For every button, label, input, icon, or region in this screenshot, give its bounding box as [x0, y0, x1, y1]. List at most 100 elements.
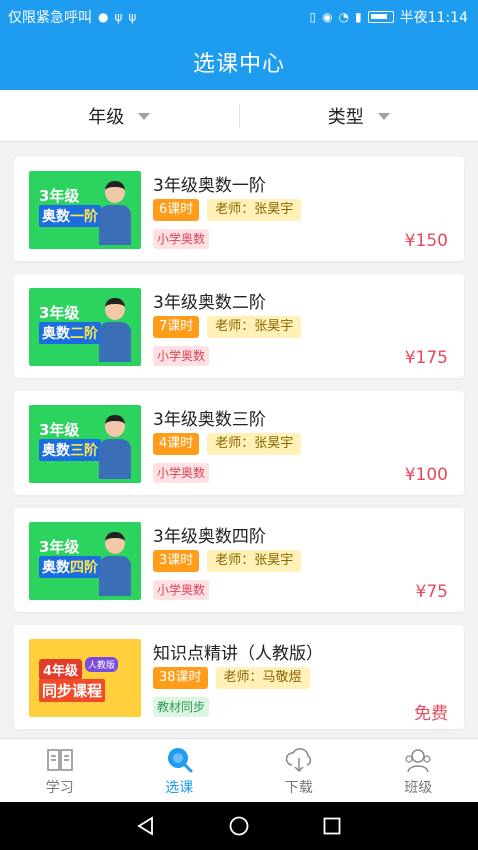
thumb-subject-b: 二阶	[70, 326, 98, 342]
category-badge: 小学奥数	[153, 346, 210, 366]
status-bar: 仅限紧急呼叫 ● ψ ψ ▯ ◉ ◔ ▮ 半夜11:14	[0, 0, 478, 34]
teacher-figure	[99, 532, 131, 596]
eye-icon: ◉	[322, 10, 333, 24]
caret-down-icon	[138, 113, 151, 120]
course-price: ¥150	[404, 231, 448, 251]
thumb-subject-a: 奥数	[42, 326, 70, 342]
filter-grade[interactable]: 年级	[0, 90, 239, 141]
course-price: ¥100	[404, 465, 448, 485]
caret-down-icon	[377, 113, 390, 120]
recents-icon[interactable]	[321, 815, 343, 837]
course-card[interactable]: 3年级 奥数四阶 3年级奥数四阶 3课时 老师：张昊宇 小学奥数 ¥75	[14, 508, 464, 612]
usb-icon: ψ	[114, 10, 123, 24]
battery-icon	[367, 11, 394, 23]
course-thumbnail: 4年级 人教版 同步课程	[29, 639, 141, 717]
thumb-subject-a: 同步课程	[42, 682, 103, 700]
course-list[interactable]: 3年级 奥数一阶 3年级奥数一阶 6课时 老师：张昊宇 小学奥数 ¥150 3年…	[0, 142, 478, 738]
thumb-subject-b: 四阶	[70, 560, 98, 576]
app-bar: 选课中心	[0, 34, 478, 90]
thumb-subject-b: 一阶	[70, 209, 98, 225]
tab-class-label: 班级	[404, 779, 433, 796]
search-icon	[168, 747, 193, 772]
thumb-subject: 同步课程	[39, 679, 106, 702]
signal-icon: ▮	[355, 10, 362, 24]
back-icon[interactable]	[135, 815, 157, 837]
hours-badge: 38课时	[153, 667, 208, 689]
thumb-grade: 3年级	[39, 304, 80, 322]
app-notification-icon: ●	[98, 10, 109, 24]
filter-grade-label: 年级	[88, 106, 125, 128]
thumb-grade: 3年级	[39, 421, 80, 439]
hours-badge: 7课时	[153, 316, 200, 338]
teacher-figure	[99, 298, 131, 362]
category-badge: 教材同步	[153, 697, 210, 717]
people-icon	[405, 748, 431, 772]
clock-text: 半夜11:14	[399, 10, 468, 26]
teacher-figure	[99, 181, 131, 245]
course-tags: 3课时 老师：张昊宇	[153, 550, 302, 572]
course-card[interactable]: 4年级 人教版 同步课程 知识点精讲（人教版） 38课时 老师：马敬煜 教材同步…	[14, 625, 464, 729]
course-card[interactable]: 3年级 奥数三阶 3年级奥数三阶 4课时 老师：张昊宇 小学奥数 ¥100	[14, 391, 464, 495]
hours-badge: 6课时	[153, 199, 200, 221]
thumb-subject-a: 奥数	[42, 443, 70, 459]
thumb-subject-a: 奥数	[42, 209, 70, 225]
category-badge: 小学奥数	[153, 580, 210, 600]
tab-download-label: 下载	[284, 779, 313, 796]
hours-badge: 3课时	[153, 550, 200, 572]
course-price: ¥175	[404, 348, 448, 368]
cloud-download-icon	[285, 747, 311, 772]
teacher-badge: 老师：张昊宇	[207, 316, 302, 338]
course-title: 3年级奥数二阶	[153, 293, 266, 313]
carrier-text: 仅限紧急呼叫	[8, 10, 92, 26]
thumb-subject: 奥数三阶	[39, 439, 101, 461]
filter-type-label: 类型	[327, 106, 364, 128]
course-title: 3年级奥数四阶	[153, 527, 266, 547]
usb-icon-2: ψ	[128, 10, 137, 24]
tab-courses[interactable]: 选课	[120, 739, 240, 802]
course-tags: 4课时 老师：张昊宇	[153, 433, 302, 455]
thumb-subject: 奥数四阶	[39, 556, 101, 578]
course-card[interactable]: 3年级 奥数二阶 3年级奥数二阶 7课时 老师：张昊宇 小学奥数 ¥175	[14, 274, 464, 378]
course-price: 免费	[414, 704, 448, 724]
system-nav-bar	[0, 802, 478, 850]
filter-bar: 年级 类型	[0, 90, 478, 142]
course-tags: 7课时 老师：张昊宇	[153, 316, 302, 338]
tab-courses-label: 选课	[165, 779, 194, 796]
course-title: 3年级奥数一阶	[153, 176, 266, 196]
course-price: ¥75	[415, 582, 448, 602]
teacher-badge: 老师：张昊宇	[207, 199, 302, 221]
course-thumbnail: 3年级 奥数四阶	[29, 522, 141, 600]
vibrate-icon: ▯	[309, 10, 317, 24]
thumb-subject-a: 奥数	[42, 560, 70, 576]
course-title: 知识点精讲（人教版）	[153, 644, 323, 664]
filter-type[interactable]: 类型	[240, 90, 478, 141]
thumb-subject-b: 三阶	[70, 443, 98, 459]
tab-study[interactable]: 学习	[0, 739, 120, 802]
course-thumbnail: 3年级 奥数二阶	[29, 288, 141, 366]
thumb-grade: 3年级	[39, 538, 80, 556]
course-thumbnail: 3年级 奥数一阶	[29, 171, 141, 249]
bottom-tab-bar: 学习 选课 下载 班级	[0, 738, 478, 802]
thumb-subject: 奥数二阶	[39, 322, 101, 344]
hours-badge: 4课时	[153, 433, 200, 455]
thumb-grade: 4年级	[39, 659, 83, 680]
course-card[interactable]: 3年级 奥数一阶 3年级奥数一阶 6课时 老师：张昊宇 小学奥数 ¥150	[14, 157, 464, 261]
category-badge: 小学奥数	[153, 463, 210, 483]
teacher-badge: 老师：张昊宇	[207, 550, 302, 572]
course-tags: 38课时 老师：马敬煜	[153, 667, 310, 689]
page-title: 选课中心	[192, 52, 285, 77]
thumb-subject: 奥数一阶	[39, 205, 101, 227]
course-tags: 6课时 老师：张昊宇	[153, 199, 302, 221]
tab-class[interactable]: 班级	[359, 739, 478, 802]
tab-study-label: 学习	[45, 779, 74, 796]
wifi-icon: ◔	[338, 10, 350, 24]
category-badge: 小学奥数	[153, 229, 210, 249]
thumb-badge: 人教版	[85, 657, 119, 672]
course-thumbnail: 3年级 奥数三阶	[29, 405, 141, 483]
teacher-badge: 老师：马敬煜	[215, 667, 310, 689]
home-icon[interactable]	[228, 815, 250, 837]
course-title: 3年级奥数三阶	[153, 410, 266, 430]
book-icon	[47, 748, 73, 771]
teacher-figure	[99, 415, 131, 479]
tab-download[interactable]: 下载	[239, 739, 359, 802]
